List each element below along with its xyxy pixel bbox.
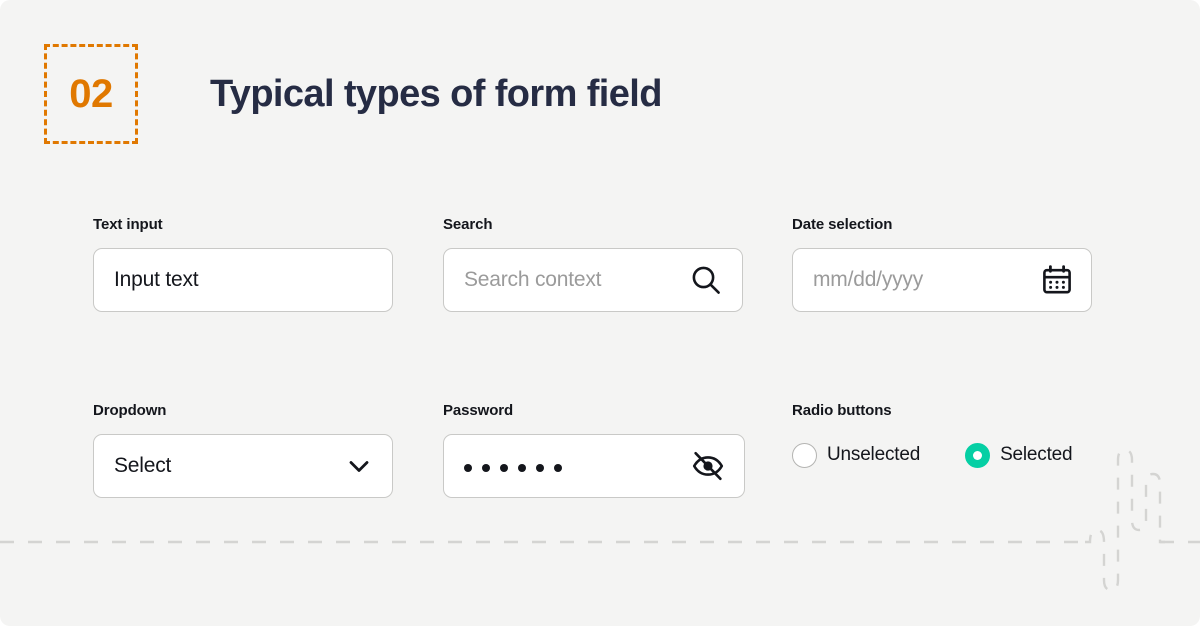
radio-indicator-on[interactable] — [965, 442, 991, 468]
field-group-password: Password — [443, 402, 745, 498]
form-fields-grid: Text input Input text Search Search cont… — [93, 216, 1103, 498]
dropdown-value: Select — [114, 454, 172, 477]
password-dot — [464, 463, 472, 472]
password-dot — [518, 463, 526, 472]
badge-edge-bottom-icon — [44, 141, 138, 144]
date-input[interactable]: mm/dd/yyyy — [792, 248, 1092, 312]
date-input-placeholder: mm/dd/yyyy — [813, 268, 924, 291]
dropdown-select[interactable]: Select — [93, 434, 393, 498]
slide-canvas: 02 Typical types of form field Text inpu… — [0, 0, 1200, 626]
radio-option-selected[interactable]: Selected — [965, 442, 1073, 468]
header: 02 Typical types of form field — [44, 44, 662, 144]
label-dropdown: Dropdown — [93, 402, 167, 419]
field-group-date: Date selection mm/dd/yyyy — [792, 216, 1092, 312]
password-masked-value — [464, 461, 562, 472]
search-input[interactable]: Search context — [443, 248, 743, 312]
label-radio-buttons: Radio buttons — [792, 402, 892, 419]
radio-label-selected: Selected — [1000, 444, 1073, 465]
password-dot — [554, 463, 562, 472]
search-icon[interactable] — [689, 263, 723, 297]
section-number: 02 — [69, 72, 113, 116]
password-dot — [482, 463, 490, 472]
field-group-radio: Radio buttons Unselected Selected — [792, 402, 1092, 487]
label-date-selection: Date selection — [792, 216, 893, 233]
text-input-value: Input text — [114, 268, 199, 291]
field-row: Dropdown Select Password Radio buttons U… — [93, 402, 1103, 498]
text-input[interactable]: Input text — [93, 248, 393, 312]
radio-indicator-off[interactable] — [792, 442, 817, 468]
search-input-placeholder: Search context — [464, 268, 602, 291]
password-dot — [536, 463, 544, 472]
badge-edge-left-icon — [44, 44, 47, 144]
password-input[interactable] — [443, 434, 745, 498]
radio-label-unselected: Unselected — [827, 444, 921, 465]
field-group-text-input: Text input Input text — [93, 216, 393, 312]
badge-edge-top-icon — [44, 44, 138, 47]
label-text-input: Text input — [93, 216, 163, 233]
radio-group: Unselected Selected — [792, 423, 1092, 487]
field-group-search: Search Search context — [443, 216, 743, 312]
page-title: Typical types of form field — [210, 72, 662, 115]
label-password: Password — [443, 402, 514, 419]
badge-edge-right-icon — [135, 44, 138, 144]
radio-option-unselected[interactable]: Unselected — [792, 442, 921, 468]
calendar-icon[interactable] — [1042, 265, 1072, 295]
section-number-badge: 02 — [44, 44, 138, 144]
chevron-down-icon[interactable] — [345, 452, 373, 480]
field-group-dropdown: Dropdown Select — [93, 402, 393, 498]
eye-off-icon[interactable] — [691, 449, 725, 483]
password-dot — [500, 463, 508, 472]
label-search: Search — [443, 216, 493, 233]
field-row: Text input Input text Search Search cont… — [93, 216, 1103, 312]
